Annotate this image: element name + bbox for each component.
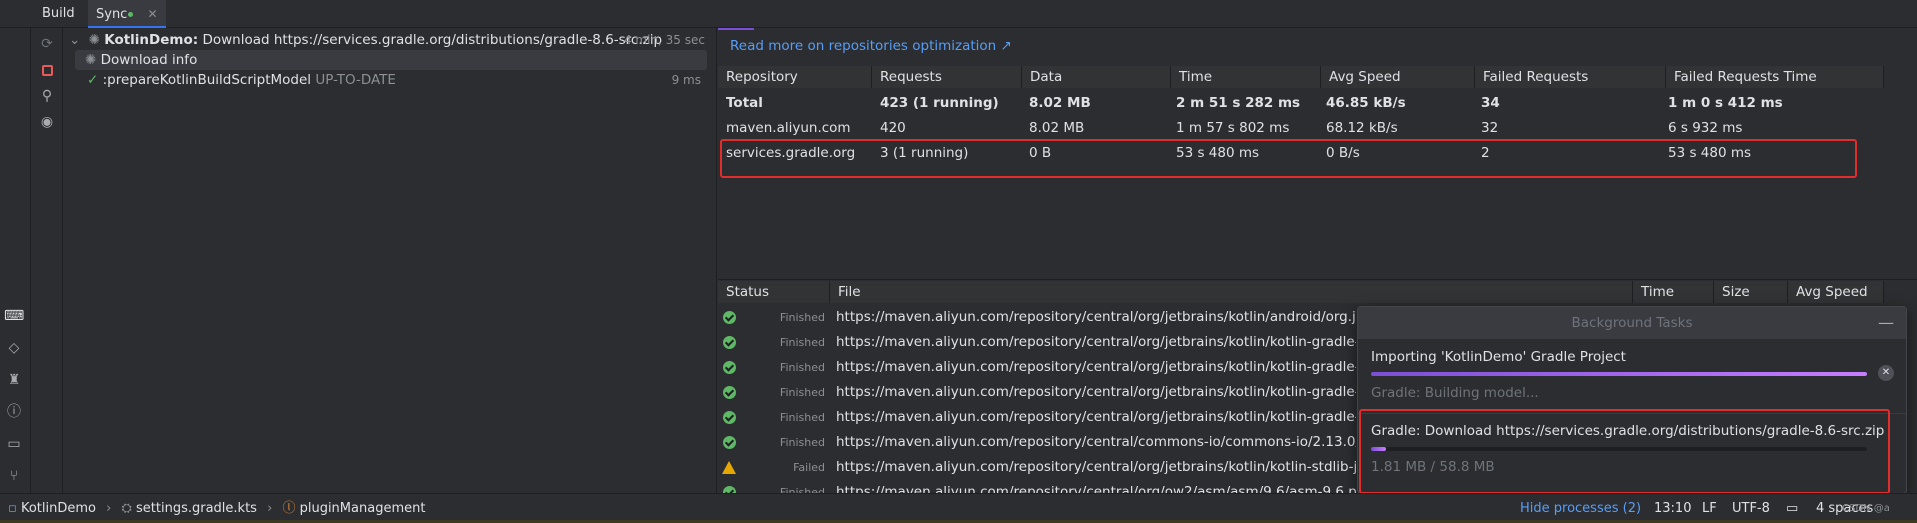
close-icon[interactable]: ✕: [147, 7, 157, 21]
minimize-icon[interactable]: —: [1878, 313, 1894, 332]
lambda-icon: ⓛ: [282, 501, 296, 516]
cancel-task-icon[interactable]: ✕: [1878, 365, 1894, 381]
col-repository[interactable]: Repository: [718, 66, 872, 88]
col-failed-requests[interactable]: Failed Requests: [1475, 66, 1666, 88]
col-file-avg-speed[interactable]: Avg Speed: [1788, 281, 1884, 303]
tab-sync[interactable]: Sync ✕: [88, 0, 166, 28]
notifications-icon[interactable]: ▭: [1786, 494, 1798, 523]
left-toolbar: ⌨ ◇ ♜ ⓘ ▭ ⑂: [0, 28, 31, 493]
chevron-right-icon: ›: [267, 501, 273, 516]
build-tree: ⌄ ✺ KotlinDemo: Download https://service…: [63, 28, 717, 493]
table-row[interactable]: Finished https://maven.aliyun.com/reposi…: [718, 480, 1358, 493]
checkmark-icon: ✓: [87, 72, 99, 88]
watermark: CSDN @a: [1842, 503, 1890, 514]
col-requests[interactable]: Requests: [872, 66, 1022, 88]
task-title: Importing 'KotlinDemo' Gradle Project: [1371, 349, 1626, 365]
col-time[interactable]: Time: [1171, 66, 1321, 88]
progress-fill: [1371, 372, 1867, 376]
module-icon: ▫: [8, 501, 17, 516]
line-col-indicator[interactable]: 13:10: [1654, 494, 1691, 523]
status-bar: ▫ KotlinDemo › ⛭ settings.gradle.kts › ⓛ…: [0, 493, 1917, 523]
col-file[interactable]: File: [830, 281, 1633, 303]
chevron-right-icon: ›: [106, 501, 112, 516]
gem-icon[interactable]: ◇: [4, 338, 24, 358]
loading-indicator: [718, 28, 754, 30]
breadcrumb-item[interactable]: settings.gradle.kts: [136, 501, 257, 516]
col-file-time[interactable]: Time: [1633, 281, 1714, 303]
col-avg-speed[interactable]: Avg Speed: [1321, 66, 1475, 88]
tree-root-item[interactable]: ⌄ ✺ KotlinDemo: Download https://service…: [69, 30, 711, 50]
terminal-icon[interactable]: ▭: [4, 434, 24, 454]
tab-build[interactable]: Build: [34, 0, 83, 28]
pin-icon[interactable]: ⚲: [37, 86, 57, 106]
chevron-down-icon[interactable]: ⌄: [69, 32, 80, 48]
highlight-annotation: [720, 139, 1857, 178]
breadcrumb: ▫ KotlinDemo › ⛭ settings.gradle.kts › ⓛ…: [8, 494, 425, 523]
breadcrumb-item[interactable]: KotlinDemo: [21, 501, 96, 516]
file-encoding[interactable]: UTF-8: [1732, 494, 1770, 523]
terminal-build-icon[interactable]: ⌨: [4, 306, 24, 326]
eye-icon[interactable]: ◉: [37, 112, 57, 132]
stop-icon[interactable]: [37, 60, 57, 80]
col-status[interactable]: Status: [718, 281, 830, 303]
refresh-icon[interactable]: ⟳: [37, 34, 57, 54]
col-size[interactable]: Size: [1714, 281, 1788, 303]
col-data[interactable]: Data: [1022, 66, 1171, 88]
divider: [718, 279, 1917, 280]
spinner-icon: ✺: [85, 52, 97, 68]
highlight-annotation: [1359, 409, 1890, 494]
breadcrumb-item[interactable]: pluginManagement: [300, 501, 426, 516]
services-icon[interactable]: ♜: [4, 370, 24, 390]
external-link-icon: ↗: [1000, 38, 1012, 54]
spinner-icon: ✺: [88, 32, 100, 48]
col-failed-requests-time[interactable]: Failed Requests Time: [1666, 66, 1884, 88]
tree-item-prepare-model[interactable]: ✓ :prepareKotlinBuildScriptModel UP-TO-D…: [75, 70, 707, 90]
background-tasks-title: Background Tasks: [1358, 307, 1906, 339]
sync-running-dot: [128, 12, 134, 17]
gradle-icon: ⛭: [121, 501, 132, 516]
task-subtitle: Gradle: Building model...: [1371, 385, 1539, 401]
hide-processes-link[interactable]: Hide processes (2): [1520, 494, 1641, 523]
progress-bar: [1371, 372, 1867, 376]
repositories-optimization-link[interactable]: Read more on repositories optimization ↗: [730, 38, 1012, 54]
git-icon[interactable]: ⑂: [4, 466, 24, 486]
problems-icon[interactable]: ⓘ: [4, 402, 24, 422]
tool-window-tabbar: Build Sync ✕: [0, 0, 1917, 28]
line-separator[interactable]: LF: [1702, 494, 1717, 523]
tree-item-download-info[interactable]: ✺ Download info: [75, 50, 707, 70]
build-tool-strip: ⟳ ⚲ ◉: [31, 28, 63, 493]
